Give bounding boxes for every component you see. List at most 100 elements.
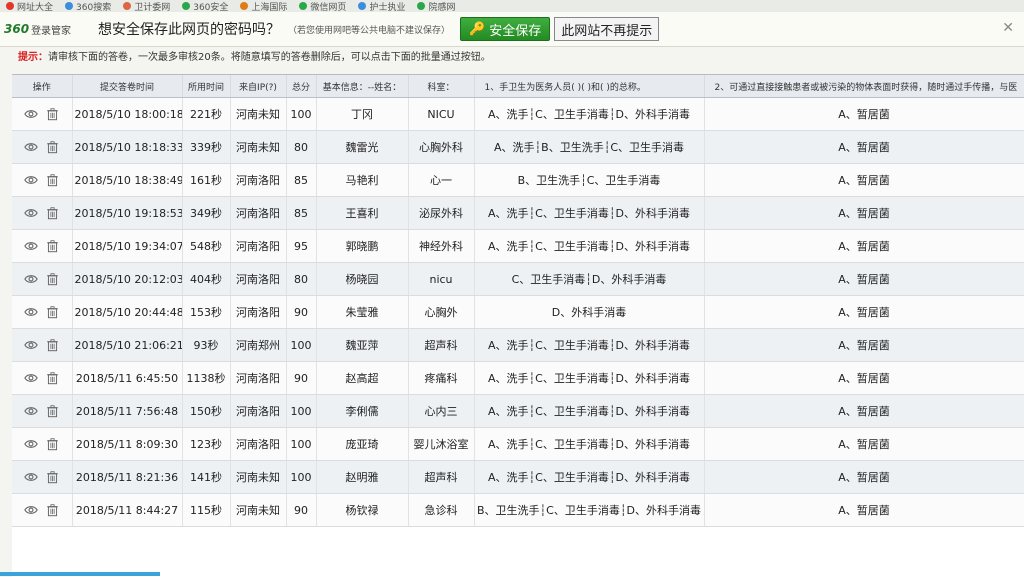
bookmark-label: 360搜索 xyxy=(76,2,112,13)
submit-time-cell: 2018/5/10 20:44:48 xyxy=(72,295,183,329)
ip-location-cell: 河南郑州 xyxy=(230,328,287,362)
never-prompt-button[interactable]: 此网站不再提示 xyxy=(554,17,660,41)
bookmark-item[interactable]: 网址大全 xyxy=(0,0,59,12)
trash-icon[interactable] xyxy=(46,437,60,451)
eye-icon[interactable] xyxy=(23,305,38,319)
total-score-cell: 95 xyxy=(286,229,317,263)
eye-icon[interactable] xyxy=(23,173,38,187)
column-header[interactable]: 所用时间 xyxy=(182,75,231,98)
answer-q2-cell: A、暂居菌 xyxy=(704,427,1024,461)
bookmark-item[interactable]: 护士执业 xyxy=(352,0,411,12)
total-score-cell: 90 xyxy=(286,361,317,395)
column-header[interactable]: 提交答卷时间 xyxy=(72,75,183,98)
name-cell: 马艳利 xyxy=(316,163,409,197)
answer-q1-cell: A、洗手┆C、卫生手消毒┆D、外科手消毒 xyxy=(474,394,705,428)
answers-table: 操作 提交答卷时间 所用时间 来自IP(?) 总分 基本信息：--姓名： 科室： 1、手卫生为… xyxy=(12,75,1024,527)
submit-time-cell: 2018/5/10 18:18:33 xyxy=(72,130,183,164)
trash-icon[interactable] xyxy=(46,140,60,154)
trash-icon[interactable] xyxy=(46,470,60,484)
table-row: 2018/5/10 19:34:07 548秒 河南洛阳 95 郭晓鹏 神经外科 A、洗手┆… xyxy=(12,229,1024,263)
eye-icon[interactable] xyxy=(23,437,38,451)
bookmark-item[interactable]: 上海国际 xyxy=(234,0,293,12)
name-cell: 王喜利 xyxy=(316,196,409,230)
trash-icon[interactable] xyxy=(46,404,60,418)
brand-name: 登录管家 xyxy=(31,25,72,37)
horizontal-scrollbar[interactable] xyxy=(0,572,160,576)
eye-icon[interactable] xyxy=(23,206,38,220)
trash-icon[interactable] xyxy=(46,107,60,121)
name-cell: 赵高超 xyxy=(316,361,409,395)
trash-icon[interactable] xyxy=(46,206,60,220)
save-password-question: 想安全保存此网页的密码吗？ xyxy=(98,22,280,38)
department-cell: 心胸外科 xyxy=(408,130,475,164)
row-actions xyxy=(12,130,73,164)
ip-location-cell: 河南洛阳 xyxy=(230,295,287,329)
bookmark-icon xyxy=(358,2,367,10)
total-score-cell: 100 xyxy=(286,460,317,494)
trash-icon[interactable] xyxy=(46,371,60,385)
row-actions xyxy=(12,460,73,494)
answer-q1-cell: A、洗手┆C、卫生手消毒┆D、外科手消毒 xyxy=(474,427,705,461)
row-actions xyxy=(12,229,73,263)
name-cell: 赵明雅 xyxy=(316,460,409,494)
answer-q1-cell: A、洗手┆C、卫生手消毒┆D、外科手消毒 xyxy=(474,229,705,263)
bookmark-item[interactable]: 360安全 xyxy=(176,0,234,12)
eye-icon[interactable] xyxy=(23,404,38,418)
used-time-cell: 93秒 xyxy=(182,328,231,362)
row-actions xyxy=(12,295,73,329)
used-time-cell: 123秒 xyxy=(182,427,231,461)
trash-icon[interactable] xyxy=(46,272,60,286)
eye-icon[interactable] xyxy=(23,107,38,121)
submit-time-cell: 2018/5/11 8:44:27 xyxy=(72,493,183,527)
column-header[interactable]: 来自IP(?) xyxy=(230,75,287,98)
safe-save-button[interactable]: 🔑 安全保存 xyxy=(460,17,551,41)
table-body: 2018/5/10 18:00:18 221秒 河南未知 100 丁冈 NICU A、洗手┆… xyxy=(12,97,1024,527)
eye-icon[interactable] xyxy=(23,371,38,385)
trash-icon[interactable] xyxy=(46,239,60,253)
used-time-cell: 150秒 xyxy=(182,394,231,428)
answer-q1-cell: A、洗手┆C、卫生手消毒┆D、外科手消毒 xyxy=(474,196,705,230)
column-header[interactable]: 1、手卫生为医务人员( )( )和( )的总称。 xyxy=(474,75,705,98)
close-icon[interactable]: ✕ xyxy=(1002,20,1014,36)
submit-time-cell: 2018/5/10 19:34:07 xyxy=(72,229,183,263)
column-header[interactable]: 总分 xyxy=(286,75,317,98)
column-header[interactable]: 基本信息：--姓名： xyxy=(316,75,409,98)
eye-icon[interactable] xyxy=(23,272,38,286)
answer-q2-cell: A、暂居菌 xyxy=(704,163,1024,197)
bookmark-item[interactable]: 360搜索 xyxy=(59,0,117,13)
answer-q2-cell: A、暂居菌 xyxy=(704,493,1024,527)
column-header[interactable]: 科室： xyxy=(408,75,475,98)
table-row: 2018/5/10 18:18:33 339秒 河南未知 80 魏雷光 心胸外科 A、洗手┆… xyxy=(12,130,1024,164)
answer-q1-cell: A、洗手┆C、卫生手消毒┆D、外科手消毒 xyxy=(474,460,705,494)
password-save-bar: 360 登录管家 想安全保存此网页的密码吗？ （若您使用网吧等公共电脑不建议保存… xyxy=(0,12,1024,47)
eye-icon[interactable] xyxy=(23,239,38,253)
trash-icon[interactable] xyxy=(46,503,60,517)
bookmark-item[interactable]: 院感网 xyxy=(411,0,461,12)
brand: 360 登录管家 xyxy=(4,22,84,37)
bookmark-item[interactable]: 卫计委网 xyxy=(117,0,176,12)
trash-icon[interactable] xyxy=(46,173,60,187)
column-header: 操作 xyxy=(12,75,73,98)
never-prompt-label: 此网站不再提示 xyxy=(561,23,653,39)
trash-icon[interactable] xyxy=(46,305,60,319)
table-row: 2018/5/11 6:45:50 1138秒 河南洛阳 90 赵高超 疼痛科 A、洗手┆C… xyxy=(12,361,1024,395)
bookmark-item[interactable]: 微信网页 xyxy=(293,0,352,12)
column-header[interactable]: 2、可通过直接接触患者或被污染的物体表面时获得，随时通过手传播，与医 xyxy=(704,75,1024,98)
used-time-cell: 153秒 xyxy=(182,295,231,329)
eye-icon[interactable] xyxy=(23,140,38,154)
total-score-cell: 100 xyxy=(286,97,317,131)
eye-icon[interactable] xyxy=(23,338,38,352)
used-time-cell: 161秒 xyxy=(182,163,231,197)
table-row: 2018/5/11 8:21:36 141秒 河南未知 100 赵明雅 超声科 A、洗手┆C… xyxy=(12,460,1024,494)
table-header: 操作 提交答卷时间 所用时间 来自IP(?) 总分 基本信息：--姓名： 科室： 1、手卫生为… xyxy=(12,75,1024,98)
name-cell: 丁冈 xyxy=(316,97,409,131)
ip-location-cell: 河南未知 xyxy=(230,493,287,527)
total-score-cell: 85 xyxy=(286,196,317,230)
trash-icon[interactable] xyxy=(46,338,60,352)
department-cell: 心一 xyxy=(408,163,475,197)
eye-icon[interactable] xyxy=(23,503,38,517)
row-actions xyxy=(12,427,73,461)
table-row: 2018/5/10 18:38:49 161秒 河南洛阳 85 马艳利 心一 B、卫生洗手┆… xyxy=(12,163,1024,197)
department-cell: 心胸外 xyxy=(408,295,475,329)
eye-icon[interactable] xyxy=(23,470,38,484)
